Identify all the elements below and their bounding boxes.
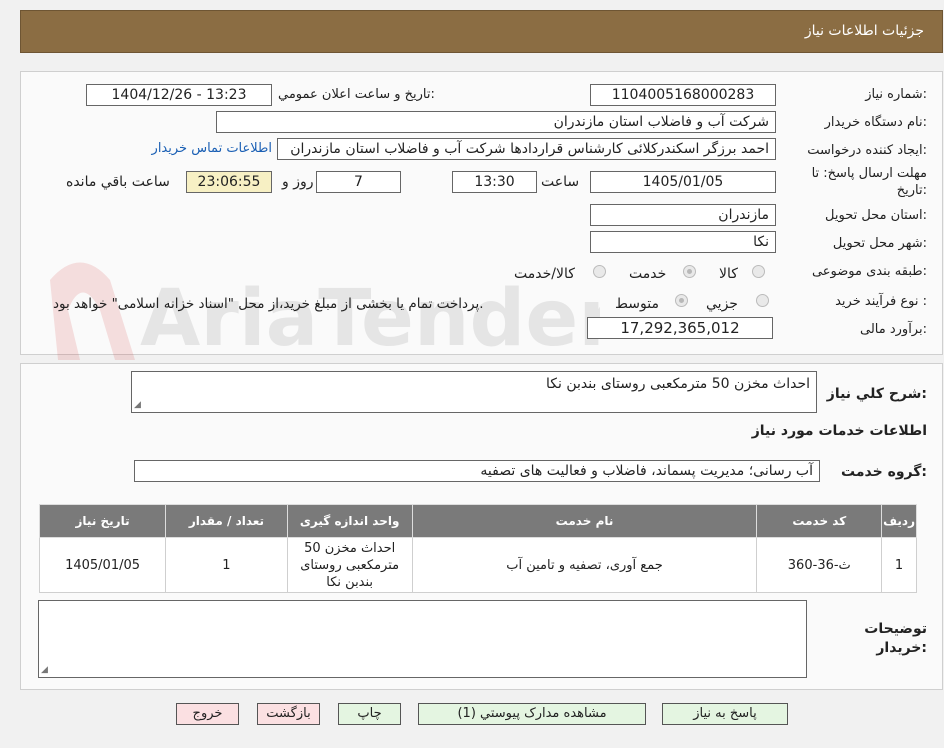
col-unit: واحد اندازه گیری xyxy=(286,504,413,538)
remaining-label: ساعت باقي مانده xyxy=(66,174,170,190)
process-medium-label: متوسط xyxy=(615,296,659,312)
deadline-time-label: ساعت xyxy=(541,174,580,190)
buyer-notes-textarea[interactable]: ◢ xyxy=(38,600,807,678)
resize-grip-icon[interactable]: ◢ xyxy=(134,400,141,410)
resize-grip-icon[interactable]: ◢ xyxy=(41,665,48,675)
deadline-date-field[interactable]: 1405/01/05 xyxy=(590,171,776,193)
description-text: احداث مخزن 50 مترمکعبی روستای بندبن نکا xyxy=(546,376,810,392)
service-group-field[interactable]: آب رسانی؛ مدیریت پسماند، فاضلاب و فعالیت… xyxy=(134,460,820,482)
service-group-label: گروه خدمت: xyxy=(841,464,927,480)
cell-row: 1 xyxy=(881,537,917,593)
cell-unit: احداث مخزن 50 مترمکعبی روستای بندبن نکا xyxy=(286,537,413,593)
cell-need-date: 1405/01/05 xyxy=(38,537,167,593)
table-row[interactable]: 1 ث-36-360 جمع آوری، تصفیه و تامین آب اح… xyxy=(38,537,917,593)
process-note: پرداخت تمام یا بخشی از مبلغ خرید،از محل … xyxy=(53,296,484,312)
province-label: استان محل تحویل: xyxy=(825,208,927,223)
view-attachments-button[interactable]: مشاهده مدارک پیوستي (1) xyxy=(418,703,646,725)
cell-service-name: جمع آوری، تصفیه و تامین آب xyxy=(411,537,758,593)
process-radio-medium[interactable] xyxy=(675,294,688,307)
days-field[interactable]: 7 xyxy=(316,171,401,193)
services-table: رديف کد خدمت نام خدمت واحد اندازه گیری ت… xyxy=(38,504,917,593)
remaining-time-field: 23:06:55 xyxy=(186,171,272,193)
announce-datetime-field[interactable]: 1404/12/26 - 13:23 xyxy=(86,84,272,106)
services-section-title: اطلاعات خدمات مورد نیاز xyxy=(751,423,927,439)
process-label: نوع فرآیند خرید : xyxy=(835,294,927,309)
cell-quantity: 1 xyxy=(165,537,288,593)
description-label: شرح کلي نياز: xyxy=(826,386,927,402)
table-header-row: رديف کد خدمت نام خدمت واحد اندازه گیری ت… xyxy=(38,504,917,538)
exit-button[interactable]: خروج xyxy=(176,703,239,725)
category-goods-label: کالا xyxy=(719,266,738,282)
category-both-label: کالا/خدمت xyxy=(514,266,575,282)
col-need-date: تاریخ نیاز xyxy=(38,504,167,538)
requester-label: ایجاد کننده درخواست: xyxy=(807,143,927,158)
requester-field[interactable]: احمد برزگر اسکندرکلائی کارشناس قراردادها… xyxy=(277,138,776,160)
budget-field[interactable]: 17,292,365,012 xyxy=(587,317,773,339)
page-header: جزئیات اطلاعات نیاز xyxy=(20,10,943,53)
deadline-time-field[interactable]: 13:30 xyxy=(452,171,537,193)
buyer-contact-link[interactable]: اطلاعات تماس خريدار xyxy=(152,141,272,156)
category-radio-both[interactable] xyxy=(593,265,606,278)
announce-label: تاریخ و ساعت اعلان عمومي: xyxy=(278,87,435,102)
page-title: جزئیات اطلاعات نیاز xyxy=(804,23,924,39)
cell-service-code: ث-36-360 xyxy=(756,537,883,593)
category-label: طبقه بندی موضوعی: xyxy=(811,264,927,279)
buyer-notes-label: توضیحات خریدار: xyxy=(864,621,927,656)
city-label: شهر محل تحویل: xyxy=(832,236,927,251)
col-service-name: نام خدمت xyxy=(411,504,758,538)
budget-label: برآورد مالی: xyxy=(860,322,927,337)
col-service-code: کد خدمت xyxy=(756,504,883,538)
description-textarea[interactable]: احداث مخزن 50 مترمکعبی روستای بندبن نکا … xyxy=(131,371,817,413)
process-minor-label: جزیي xyxy=(706,296,738,312)
col-quantity: تعداد / مقدار xyxy=(165,504,288,538)
category-radio-service[interactable] xyxy=(683,265,696,278)
back-button[interactable]: بازگشت xyxy=(257,703,320,725)
need-number-label: شماره نیاز: xyxy=(865,87,927,102)
province-field[interactable]: مازندران xyxy=(590,204,776,226)
process-radio-minor[interactable] xyxy=(756,294,769,307)
city-field[interactable]: نکا xyxy=(590,231,776,253)
days-label: روز و xyxy=(282,174,314,190)
reply-button[interactable]: پاسخ به نیاز xyxy=(662,703,788,725)
need-number-field[interactable]: 1104005168000283 xyxy=(590,84,776,106)
category-service-label: خدمت xyxy=(629,266,667,282)
col-row: رديف xyxy=(881,504,917,538)
buyer-org-field[interactable]: شرکت آب و فاضلاب استان مازندران xyxy=(216,111,776,133)
deadline-label: مهلت ارسال پاسخ: تا تاریخ: xyxy=(811,166,927,198)
print-button[interactable]: چاپ xyxy=(338,703,401,725)
buyer-org-label: نام دستگاه خريدار: xyxy=(824,115,927,130)
category-radio-goods[interactable] xyxy=(752,265,765,278)
